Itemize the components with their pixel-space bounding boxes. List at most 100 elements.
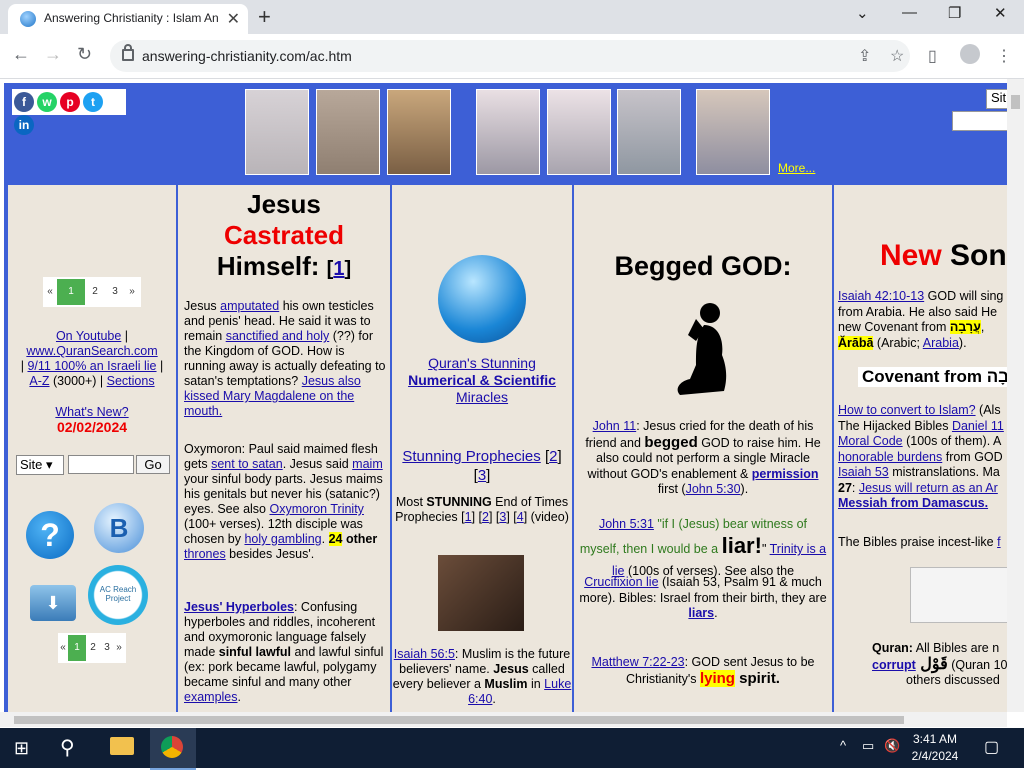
- pager-page-1[interactable]: 1: [57, 279, 85, 305]
- ref-1[interactable]: 1: [465, 510, 472, 524]
- miracles-link-3[interactable]: Miracles: [456, 389, 508, 405]
- oxymoron-trinity-link[interactable]: Oxymoron Trinity: [269, 502, 363, 516]
- miracles-link-2[interactable]: Numerical & Scientific: [408, 372, 556, 388]
- miracles-link-1[interactable]: Quran's Stunning: [428, 355, 536, 371]
- pager-page-1[interactable]: 1: [68, 635, 86, 661]
- 911-link[interactable]: 9/11 100% an Israeli lie: [27, 359, 156, 373]
- ac-reach-project-icon[interactable]: AC Reach Project: [88, 565, 148, 625]
- moral-code-link[interactable]: Moral Code: [838, 434, 903, 448]
- ref-4[interactable]: 4: [517, 510, 524, 524]
- profile-avatar-icon[interactable]: [960, 44, 980, 64]
- minimize-icon[interactable]: —: [902, 4, 917, 21]
- site-search-field[interactable]: [68, 455, 134, 474]
- pager-page-2[interactable]: 2: [85, 277, 105, 307]
- amputated-link[interactable]: amputated: [220, 299, 279, 313]
- pager-next[interactable]: »: [125, 277, 139, 307]
- baby-photo-5[interactable]: [547, 89, 611, 175]
- daniel-link[interactable]: Daniel 11: [952, 419, 1004, 433]
- blogger-icon[interactable]: B: [94, 503, 144, 553]
- horizontal-scrollbar[interactable]: [0, 712, 1007, 727]
- browser-tab[interactable]: Answering Christianity : Islam An ✕: [8, 4, 248, 34]
- permission-link[interactable]: permission: [752, 467, 819, 481]
- site-select[interactable]: Site ▾: [16, 455, 64, 475]
- horizontal-scroll-thumb[interactable]: [14, 716, 904, 724]
- site-search-input[interactable]: [952, 111, 1007, 131]
- baby-photo-6[interactable]: [617, 89, 681, 175]
- messiah-link[interactable]: Messiah from Damascus.: [838, 496, 988, 510]
- vertical-scrollbar[interactable]: [1007, 79, 1024, 712]
- ref-2[interactable]: 2: [482, 510, 489, 524]
- sections-link[interactable]: Sections: [107, 374, 155, 388]
- prophecies-link[interactable]: Stunning Prophecies: [402, 448, 540, 465]
- matthew-link[interactable]: Matthew 7:22-23: [591, 655, 684, 669]
- isaiah-42-link[interactable]: Isaiah 42:10-13: [838, 289, 924, 303]
- ref-3[interactable]: 3: [499, 510, 506, 524]
- speaker-photo[interactable]: [438, 555, 524, 631]
- corrupt-link[interactable]: corrupt: [872, 658, 916, 672]
- linkedin-icon[interactable]: in: [14, 115, 34, 135]
- tab-close-icon[interactable]: ✕: [227, 9, 240, 29]
- reload-icon[interactable]: ↻: [77, 44, 92, 65]
- site-search-select[interactable]: Sit: [986, 89, 1007, 109]
- flask-icon[interactable]: [438, 255, 526, 343]
- chrome-icon[interactable]: [161, 736, 183, 758]
- forward-icon[interactable]: →: [44, 44, 62, 65]
- new-tab-icon[interactable]: +: [258, 4, 271, 30]
- quransearch-link[interactable]: www.QuranSearch.com: [26, 344, 157, 358]
- john-531-link[interactable]: John 5:31: [599, 517, 654, 531]
- pinterest-icon[interactable]: p: [60, 92, 80, 112]
- liars-link[interactable]: liars: [688, 606, 714, 620]
- address-bar[interactable]: answering-christianity.com/ac.htm: [110, 40, 910, 72]
- clock[interactable]: 3:41 AM 2/4/2024: [900, 731, 970, 765]
- help-icon[interactable]: ?: [26, 511, 74, 559]
- go-button[interactable]: Go: [136, 455, 170, 474]
- close-window-icon[interactable]: ✕: [994, 4, 1007, 22]
- volume-muted-icon[interactable]: 🔇: [884, 738, 900, 754]
- file-explorer-icon[interactable]: [110, 737, 134, 755]
- download-folder-icon[interactable]: ⬇: [30, 585, 76, 621]
- tab-search-icon[interactable]: ⌄: [856, 4, 869, 22]
- lock-icon[interactable]: [122, 44, 134, 61]
- sanctified-link[interactable]: sanctified and holy: [226, 329, 330, 343]
- baby-photo-4[interactable]: [476, 89, 540, 175]
- menu-kebab-icon[interactable]: ⋮: [996, 46, 1012, 66]
- arabia-link[interactable]: Arabia: [923, 336, 959, 350]
- search-icon[interactable]: ⚲: [60, 735, 75, 760]
- baby-photo-2[interactable]: [316, 89, 380, 175]
- pager-prev[interactable]: «: [43, 277, 57, 307]
- more-photos-link[interactable]: More...: [778, 161, 815, 175]
- isaiah-56-link[interactable]: Isaiah 56:5: [394, 647, 455, 661]
- crucifixion-link[interactable]: Crucifixion lie: [584, 575, 658, 589]
- maim-link[interactable]: maim: [352, 457, 383, 471]
- url-text[interactable]: answering-christianity.com/ac.htm: [142, 48, 352, 64]
- notifications-icon[interactable]: ▢: [984, 737, 999, 757]
- youtube-link[interactable]: On Youtube: [56, 329, 121, 343]
- whatsapp-icon[interactable]: w: [37, 92, 57, 112]
- john-530-link[interactable]: John 5:30: [686, 482, 741, 496]
- prophecies-ref-2[interactable]: 2: [549, 448, 557, 465]
- side-panel-icon[interactable]: ▯: [928, 46, 937, 66]
- john-11-link[interactable]: John 11: [593, 419, 637, 433]
- bookmark-star-icon[interactable]: ☆: [890, 46, 904, 66]
- restore-icon[interactable]: ❐: [948, 4, 961, 22]
- examples-link[interactable]: examples: [184, 690, 238, 704]
- return-link[interactable]: Jesus will return as an Ar: [859, 481, 998, 495]
- prophecies-ref-3[interactable]: 3: [478, 467, 486, 484]
- back-icon[interactable]: ←: [12, 44, 30, 65]
- incest-link[interactable]: f: [997, 535, 1000, 549]
- col2-title-ref[interactable]: 1: [333, 258, 344, 280]
- isaiah-53-link[interactable]: Isaiah 53: [838, 465, 889, 479]
- vertical-scroll-thumb[interactable]: [1011, 95, 1020, 109]
- baby-photo-7[interactable]: [696, 89, 770, 175]
- hyperboles-link[interactable]: Jesus' Hyperboles: [184, 600, 294, 614]
- pager-page-3[interactable]: 3: [100, 633, 114, 663]
- pager-prev[interactable]: «: [58, 633, 68, 663]
- pager-next[interactable]: »: [114, 633, 124, 663]
- tray-chevron-icon[interactable]: ^: [840, 738, 846, 753]
- pager-page-2[interactable]: 2: [86, 633, 100, 663]
- share-icon[interactable]: ⇪: [858, 46, 871, 66]
- baby-photo-1[interactable]: [245, 89, 309, 175]
- network-icon[interactable]: ▭: [862, 738, 874, 754]
- pager-page-3[interactable]: 3: [105, 277, 125, 307]
- thrones-link[interactable]: thrones: [184, 547, 226, 561]
